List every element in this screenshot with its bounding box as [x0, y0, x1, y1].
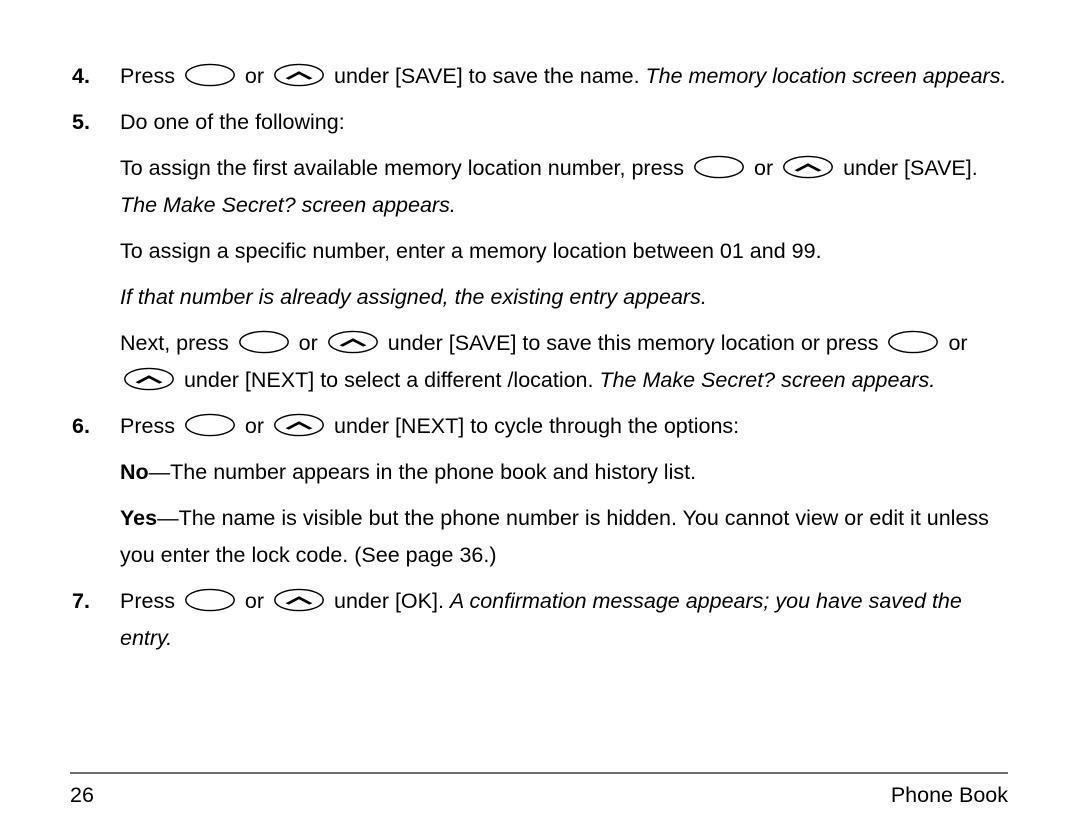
- body-text: Next, press: [120, 331, 235, 355]
- body-text: or: [942, 331, 968, 355]
- step-item-6: 6. Press or under [NEXT] to cycle throug…: [70, 408, 1010, 445]
- oval-chevron-softkey-icon: [273, 588, 325, 612]
- body-text: Press: [120, 589, 181, 613]
- step-text: Press or under [SAVE] to save the name. …: [120, 58, 1010, 95]
- oval-chevron-softkey-icon: [327, 330, 379, 354]
- footer-page-number: 26: [70, 783, 94, 807]
- step-number: 4.: [72, 64, 90, 88]
- paragraph-already-assigned: If that number is already assigned, the …: [120, 279, 1010, 316]
- emphasis-text: If that number is already assigned, the …: [120, 285, 707, 309]
- step-number: 5.: [72, 110, 90, 134]
- body-text: or: [238, 64, 271, 88]
- strong-text: Yes: [120, 506, 158, 530]
- body-text: Press: [120, 414, 181, 438]
- oval-chevron-softkey-icon: [273, 413, 325, 437]
- body-text: To assign a specific number, enter a mem…: [120, 239, 822, 263]
- body-text: under [NEXT] to cycle through the option…: [328, 414, 740, 438]
- paragraph-next-press: Next, press or under [SAVE] to save this…: [120, 325, 1010, 399]
- oval-chevron-softkey-icon: [123, 367, 175, 391]
- step-item-7: 7. Press or under [OK]. A confirmation m…: [70, 583, 1010, 657]
- body-text: Do one of the following:: [120, 110, 345, 134]
- step-number: 7.: [72, 589, 90, 613]
- body-text: or: [292, 331, 324, 355]
- oval-softkey-icon: [887, 330, 939, 354]
- paragraph-option-no: No—The number appears in the phone book …: [120, 454, 1010, 491]
- footer-divider: [70, 772, 1008, 774]
- body-text: or: [238, 589, 271, 613]
- footer-row: 26 Phone Book: [70, 783, 1008, 808]
- manual-page: 4. Press or under [SAVE] to save the nam…: [0, 0, 1080, 834]
- strong-text: No: [120, 460, 149, 484]
- body-text: under [SAVE].: [837, 156, 978, 180]
- oval-softkey-icon: [238, 330, 290, 354]
- body-text: To assign the first available memory loc…: [120, 156, 691, 180]
- emphasis-text: The Make Secret? screen appears.: [599, 368, 936, 392]
- body-text: under [SAVE] to save the name.: [328, 64, 646, 88]
- body-text: or: [238, 414, 271, 438]
- body-text: —The name is visible but the phone numbe…: [120, 506, 989, 567]
- paragraph-first-available: To assign the first available memory loc…: [120, 150, 1010, 224]
- step-number: 6.: [72, 414, 90, 438]
- step-item-4: 4. Press or under [SAVE] to save the nam…: [70, 58, 1010, 95]
- page-content: 4. Press or under [SAVE] to save the nam…: [70, 58, 1010, 666]
- footer-section-title: Phone Book: [890, 783, 1008, 807]
- oval-chevron-softkey-icon: [273, 63, 325, 87]
- body-text: under [SAVE] to save this memory locatio…: [381, 331, 885, 355]
- body-text: —The number appears in the phone book an…: [148, 460, 697, 484]
- body-text: or: [748, 156, 780, 180]
- oval-softkey-icon: [184, 588, 236, 612]
- step-text: Do one of the following:: [120, 104, 1010, 141]
- emphasis-text: The Make Secret? screen appears.: [120, 193, 456, 217]
- page-footer: 26 Phone Book: [70, 772, 1008, 808]
- paragraph-specific-number: To assign a specific number, enter a mem…: [120, 233, 1010, 270]
- body-text: under [OK].: [328, 589, 450, 613]
- step-text: Press or under [OK]. A confirmation mess…: [120, 583, 1010, 657]
- step-item-5: 5. Do one of the following:: [70, 104, 1010, 141]
- paragraph-option-yes: Yes—The name is visible but the phone nu…: [120, 500, 1010, 574]
- body-text: under [NEXT] to select a different /loca…: [178, 368, 600, 392]
- oval-softkey-icon: [184, 413, 236, 437]
- oval-chevron-softkey-icon: [782, 155, 834, 179]
- oval-softkey-icon: [184, 63, 236, 87]
- body-text: Press: [120, 64, 181, 88]
- emphasis-text: The memory location screen appears.: [645, 64, 1007, 88]
- step-text: Press or under [NEXT] to cycle through t…: [120, 408, 1010, 445]
- oval-softkey-icon: [693, 155, 745, 179]
